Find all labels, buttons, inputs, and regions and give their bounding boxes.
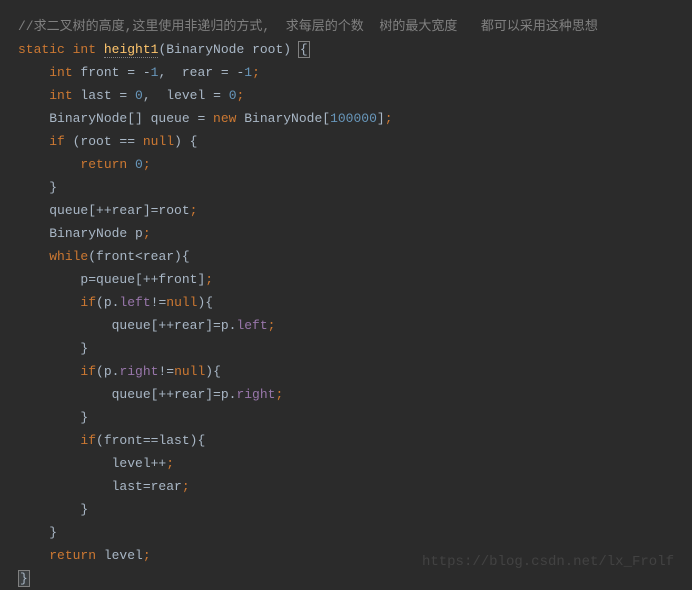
code-line: } <box>18 176 674 199</box>
method-name: height1 <box>104 42 159 58</box>
code-line: last=rear; <box>18 475 674 498</box>
comment: //求二叉树的高度,这里使用非递归的方式, 求每层的个数 树的最大宽度 都可以采… <box>18 19 598 34</box>
code-line: queue[++rear]=p.right; <box>18 383 674 406</box>
code-line: BinaryNode p; <box>18 222 674 245</box>
code-line: if (root == null) { <box>18 130 674 153</box>
code-line: } <box>18 406 674 429</box>
brace-highlight: { <box>298 41 310 58</box>
code-line: BinaryNode[] queue = new BinaryNode[1000… <box>18 107 674 130</box>
code-editor[interactable]: //求二叉树的高度,这里使用非递归的方式, 求每层的个数 树的最大宽度 都可以采… <box>18 15 674 590</box>
code-line: p=queue[++front]; <box>18 268 674 291</box>
code-line: if(front==last){ <box>18 429 674 452</box>
code-line: int last = 0, level = 0; <box>18 84 674 107</box>
code-line: } <box>18 337 674 360</box>
code-line: queue[++rear]=p.left; <box>18 314 674 337</box>
code-line: if(p.left!=null){ <box>18 291 674 314</box>
code-line: while(front<rear){ <box>18 245 674 268</box>
code-line: static int height1(BinaryNode root) { <box>18 38 674 61</box>
watermark: https://blog.csdn.net/lx_Frolf <box>422 551 674 574</box>
code-line: } <box>18 498 674 521</box>
code-line: int front = -1, rear = -1; <box>18 61 674 84</box>
code-line: level++; <box>18 452 674 475</box>
code-line: if(p.right!=null){ <box>18 360 674 383</box>
cursor-brace: } <box>18 570 30 587</box>
code-line: } <box>18 521 674 544</box>
code-line: queue[++rear]=root; <box>18 199 674 222</box>
code-line: //求二叉树的高度,这里使用非递归的方式, 求每层的个数 树的最大宽度 都可以采… <box>18 15 674 38</box>
code-line: return 0; <box>18 153 674 176</box>
